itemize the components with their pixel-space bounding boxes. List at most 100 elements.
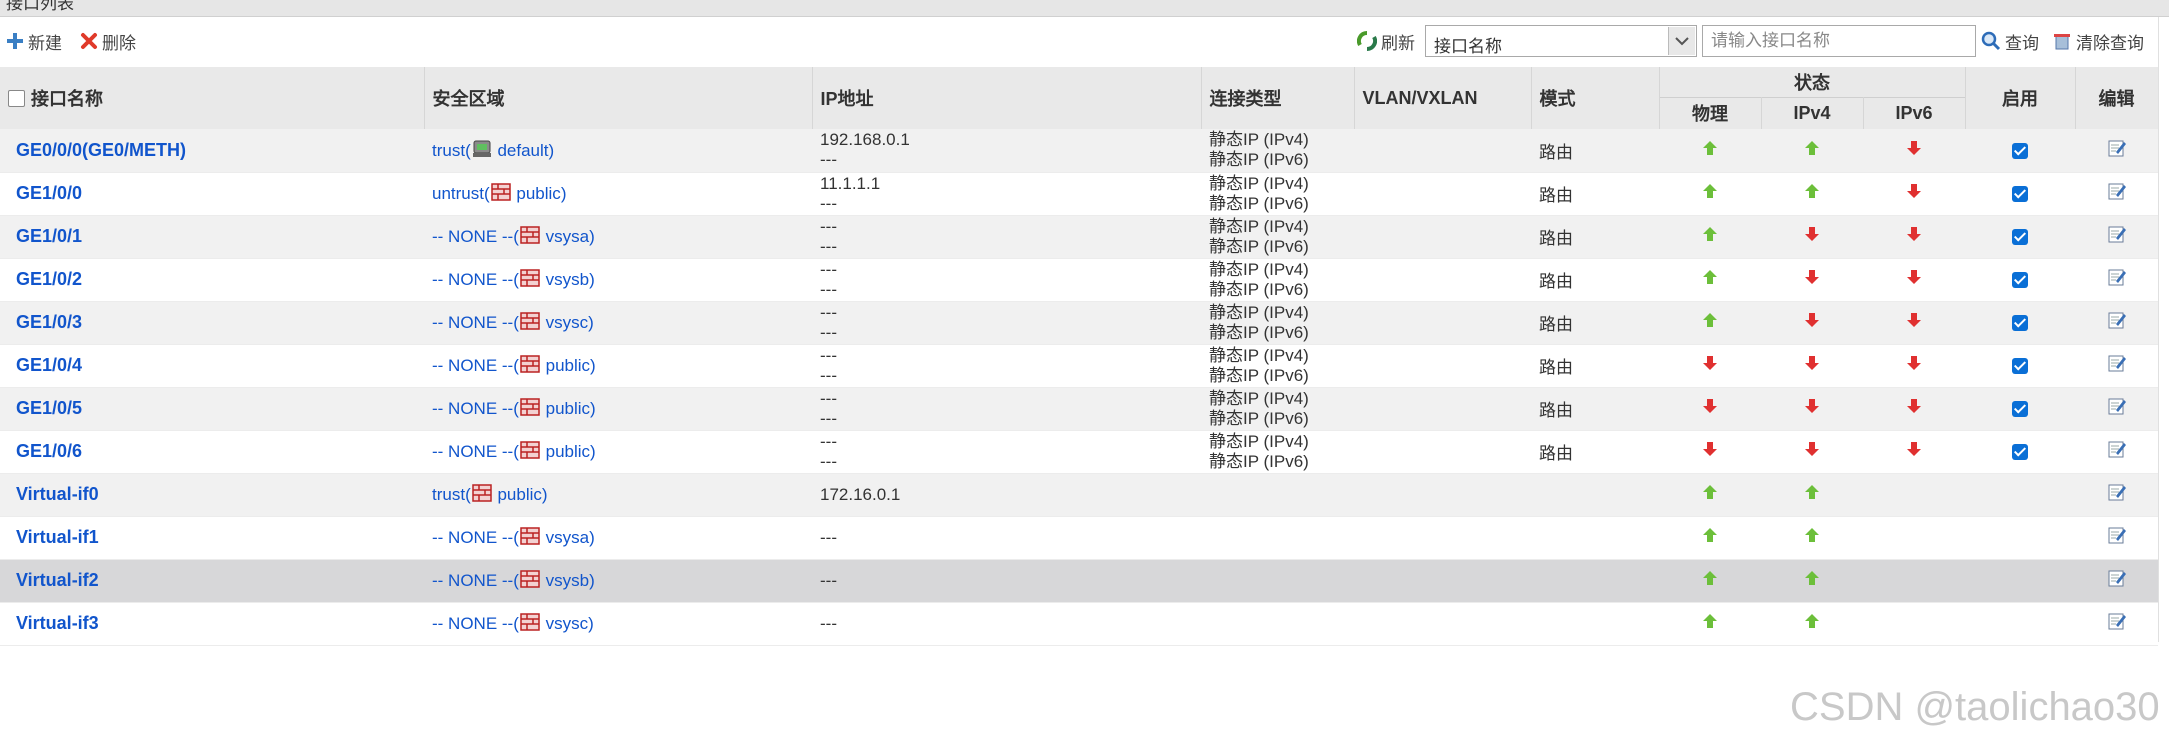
edit-button[interactable]: [2107, 355, 2127, 377]
interface-name-link[interactable]: GE1/0/3: [8, 312, 82, 332]
interface-name-link[interactable]: GE1/0/0: [8, 183, 82, 203]
table-row[interactable]: GE1/0/1 -- NONE --( vsysa) --- --- 静态IP (IPv…: [0, 215, 2159, 259]
table-row[interactable]: GE1/0/0 untrust( public) 11.1.1.1 --- 静态IP (…: [0, 172, 2159, 216]
cell-ip: 192.168.0.1 ---: [812, 129, 1201, 173]
interface-name-link[interactable]: GE1/0/5: [8, 398, 82, 418]
enable-checkbox[interactable]: [2012, 142, 2029, 159]
cell-zone: untrust( public): [424, 172, 812, 216]
cell-ipv4-status: [1761, 301, 1863, 345]
cell-mode: 路由: [1531, 215, 1659, 259]
zone-link[interactable]: -- NONE --( vsysa): [432, 527, 595, 547]
table-row[interactable]: GE0/0/0(GE0/METH) trust( default) 192.168.…: [0, 129, 2159, 173]
firewall-icon: [520, 570, 540, 588]
enable-checkbox[interactable]: [2012, 358, 2029, 375]
cell-zone: trust( public): [424, 473, 812, 517]
query-button[interactable]: 查询: [1981, 29, 2039, 53]
edit-icon: [2108, 140, 2126, 157]
ip-value-2: ---: [820, 322, 837, 342]
header-ipv6: IPv6: [1863, 96, 1966, 129]
cell-conn-type: 静态IP (IPv4) 静态IP (IPv6): [1201, 258, 1354, 302]
edit-button[interactable]: [2107, 140, 2127, 162]
cell-zone: -- NONE --( vsysb): [424, 559, 812, 603]
cell-vlan: [1354, 129, 1531, 173]
ip-value: ---: [820, 216, 837, 236]
cell-conn-type: 静态IP (IPv4) 静态IP (IPv6): [1201, 172, 1354, 216]
table-row[interactable]: GE1/0/4 -- NONE --( public) --- --- 静态IP (IP…: [0, 344, 2159, 388]
interface-name-link[interactable]: Virtual-if1: [8, 527, 99, 547]
interface-name-link[interactable]: GE1/0/4: [8, 355, 82, 375]
interface-name-link[interactable]: GE1/0/1: [8, 226, 82, 246]
table-row[interactable]: GE1/0/2 -- NONE --( vsysb) --- --- 静态IP (IPv…: [0, 258, 2159, 302]
enable-checkbox[interactable]: [2012, 229, 2029, 246]
status-up-icon: [1703, 571, 1717, 585]
edit-button[interactable]: [2107, 613, 2127, 635]
conn-type-v6: 静态IP (IPv6): [1209, 279, 1309, 299]
table-row[interactable]: GE1/0/5 -- NONE --( public) --- --- 静态IP (IP…: [0, 387, 2159, 431]
zone-link[interactable]: -- NONE --( vsysa): [432, 226, 595, 246]
cell-edit: [2075, 387, 2159, 431]
clear-query-button[interactable]: 清除查询: [2052, 29, 2144, 53]
edit-icon: [2108, 312, 2126, 329]
edit-button[interactable]: [2107, 226, 2127, 248]
select-all-checkbox[interactable]: [8, 90, 25, 107]
interface-name-link[interactable]: Virtual-if2: [8, 570, 99, 590]
zone-link[interactable]: -- NONE --( public): [432, 355, 596, 375]
status-down-icon: [1805, 442, 1819, 456]
cell-mode: [1531, 516, 1659, 560]
interface-name-link[interactable]: GE1/0/2: [8, 269, 82, 289]
refresh-button[interactable]: 刷新: [1357, 29, 1415, 53]
enable-checkbox[interactable]: [2012, 272, 2029, 289]
delete-button[interactable]: 删除: [80, 29, 136, 53]
edit-button[interactable]: [2107, 183, 2127, 205]
interface-name-link[interactable]: GE1/0/6: [8, 441, 82, 461]
cell-ipv6-status: [1863, 215, 1966, 259]
table-row[interactable]: GE1/0/6 -- NONE --( public) --- --- 静态IP (IP…: [0, 430, 2159, 474]
cell-name: Virtual-if2: [0, 559, 424, 603]
zone-link[interactable]: -- NONE --( vsysc): [432, 312, 594, 332]
edit-button[interactable]: [2107, 269, 2127, 291]
table-row[interactable]: Virtual-if1 -- NONE --( vsysa) ---: [0, 516, 2159, 560]
cell-enable: [1965, 559, 2076, 603]
search-input[interactable]: [1702, 25, 1976, 57]
cell-edit: [2075, 258, 2159, 302]
cell-mode: [1531, 473, 1659, 517]
edit-button[interactable]: [2107, 484, 2127, 506]
edit-button[interactable]: [2107, 570, 2127, 592]
cell-ip: ---: [812, 559, 1201, 603]
cell-ipv4-status: [1761, 172, 1863, 216]
edit-button[interactable]: [2107, 398, 2127, 420]
edit-button[interactable]: [2107, 312, 2127, 334]
zone-link[interactable]: -- NONE --( public): [432, 441, 596, 461]
status-down-icon: [1907, 227, 1921, 241]
new-button[interactable]: 新建: [6, 29, 62, 53]
header-vlan: VLAN/VXLAN: [1354, 67, 1532, 129]
zone-link[interactable]: -- NONE --( vsysc): [432, 613, 594, 633]
conn-type-v4: 静态IP (IPv4): [1209, 388, 1309, 408]
table-row[interactable]: GE1/0/3 -- NONE --( vsysc) --- --- 静态IP (IPv…: [0, 301, 2159, 345]
zone-link[interactable]: -- NONE --( public): [432, 398, 596, 418]
interface-name-link[interactable]: Virtual-if0: [8, 484, 99, 504]
edit-button[interactable]: [2107, 441, 2127, 463]
table-row[interactable]: Virtual-if3 -- NONE --( vsysc) ---: [0, 602, 2159, 646]
conn-type-v4: 静态IP (IPv4): [1209, 216, 1309, 236]
zone-link[interactable]: -- NONE --( vsysb): [432, 269, 595, 289]
enable-checkbox[interactable]: [2012, 444, 2029, 461]
table-row[interactable]: Virtual-if0 trust( public) 172.16.0.1: [0, 473, 2159, 517]
new-label: 新建: [28, 33, 62, 53]
zone-link[interactable]: untrust( public): [432, 183, 566, 203]
interface-name-link[interactable]: Virtual-if3: [8, 613, 99, 633]
enable-checkbox[interactable]: [2012, 401, 2029, 418]
edit-button[interactable]: [2107, 527, 2127, 549]
cell-ipv4-status: [1761, 215, 1863, 259]
zone-link[interactable]: -- NONE --( vsysb): [432, 570, 595, 590]
table-row[interactable]: Virtual-if2 -- NONE --( vsysb) ---: [0, 559, 2159, 603]
cell-edit: [2075, 473, 2159, 517]
search-field-select[interactable]: 接口名称: [1425, 25, 1697, 57]
zone-link[interactable]: trust( public): [432, 484, 548, 504]
zone-link[interactable]: trust( default): [432, 140, 554, 160]
enable-checkbox[interactable]: [2012, 186, 2029, 203]
cell-ipv6-status: [1863, 516, 1966, 560]
header-edit: 编辑: [2075, 67, 2159, 129]
interface-name-link[interactable]: GE0/0/0(GE0/METH): [8, 140, 186, 160]
enable-checkbox[interactable]: [2012, 315, 2029, 332]
